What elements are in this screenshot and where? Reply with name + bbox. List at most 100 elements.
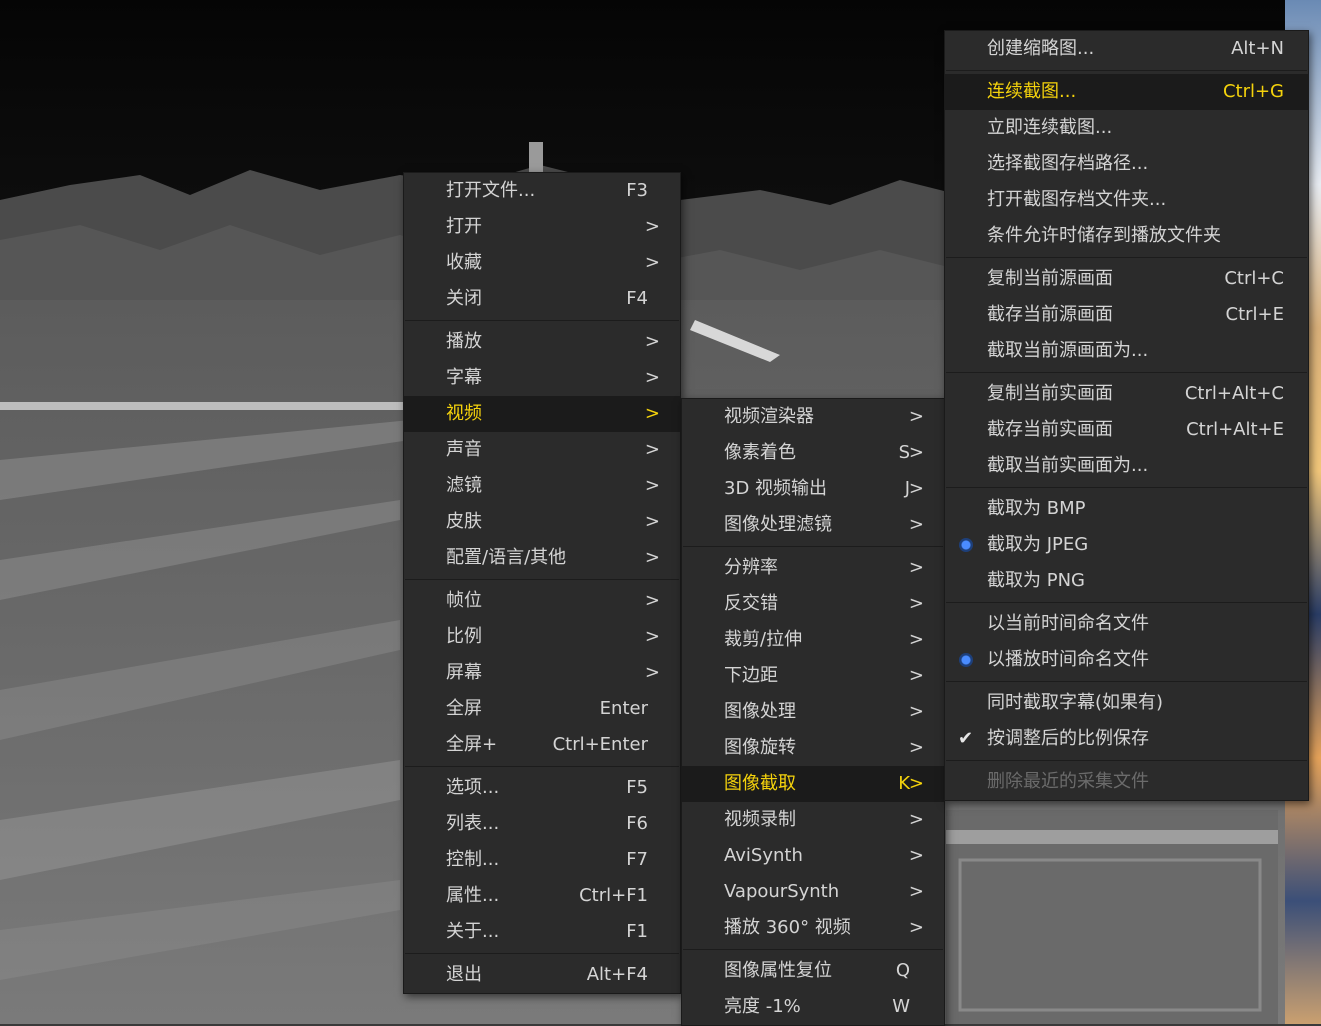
menu-separator [404,950,680,957]
menu-item-resolution[interactable]: 分辨率 > [682,550,944,586]
menu-item-label: 图像处理 [724,701,796,722]
menu-item-label: 以当前时间命名文件 [987,613,1149,634]
menu-separator [945,484,1308,491]
menu-item-create-thumbnail[interactable]: 创建缩略图... Alt+N [945,31,1308,67]
menu-item-exit[interactable]: 退出 Alt+F4 [404,957,680,993]
menu-item-open[interactable]: 打开 > [404,209,680,245]
menu-item-image-filter[interactable]: 图像处理滤镜 > [682,507,944,543]
menu-item-fullscreen[interactable]: 全屏 Enter [404,691,680,727]
submenu-arrow-icon: > [908,737,924,758]
menu-item-label: 亮度 -1% [724,996,801,1017]
shortcut-text: F6 [626,813,648,834]
checkmark-icon: ✔ [958,728,974,749]
menu-item-save-rendered-frame[interactable]: 截存当前实画面 Ctrl+Alt+E [945,412,1308,448]
shortcut-text: Ctrl+Alt+E [1186,419,1284,440]
menu-item-name-by-playback-time[interactable]: 以播放时间命名文件 [945,642,1308,678]
submenu-arrow-icon: > [908,917,924,938]
menu-item-about[interactable]: 关于... F1 [404,914,680,950]
menu-item-control[interactable]: 控制... F7 [404,842,680,878]
menu-item-playlist[interactable]: 列表... F6 [404,806,680,842]
menu-item-reset-image-properties[interactable]: 图像属性复位 Q [682,953,944,989]
submenu-arrow-icon: > [644,590,660,611]
menu-item-label: 打开文件... [446,180,536,201]
menu-item-options[interactable]: 选项... F5 [404,770,680,806]
menu-item-continuous-capture[interactable]: 连续截图... Ctrl+G [945,74,1308,110]
menu-item-capture-as-png[interactable]: 截取为 PNG [945,563,1308,599]
menu-item-brightness-down[interactable]: 亮度 -1% W [682,989,944,1025]
menu-item-label: 打开 [446,216,482,237]
menu-item-vapoursynth[interactable]: VapourSynth > [682,874,944,910]
submenu-arrow-icon: > [644,626,660,647]
submenu-arrow-icon: > [908,478,924,499]
menu-item-video[interactable]: 视频 > [404,396,680,432]
menu-item-bottom-margin[interactable]: 下边距 > [682,658,944,694]
menu-item-label: 立即连续截图... [987,117,1113,138]
menu-item-immediate-continuous-capture[interactable]: 立即连续截图... [945,110,1308,146]
menu-item-capture-source-frame-as[interactable]: 截取当前源画面为... [945,333,1308,369]
menu-item-image-rotate[interactable]: 图像旋转 > [682,730,944,766]
menu-item-label: 连续截图... [987,81,1077,102]
menu-item-open-capture-folder[interactable]: 打开截图存档文件夹... [945,182,1308,218]
menu-item-pixel-shader[interactable]: 像素着色 S > [682,435,944,471]
menu-item-image-capture[interactable]: 图像截取 K > [682,766,944,802]
menu-item-frame-position[interactable]: 帧位 > [404,583,680,619]
menu-item-avisynth[interactable]: AviSynth > [682,838,944,874]
submenu-arrow-icon: > [644,511,660,532]
menu-item-360-video[interactable]: 播放 360° 视频 > [682,910,944,946]
submenu-arrow-icon: > [908,514,924,535]
menu-item-capture-rendered-frame-as[interactable]: 截取当前实画面为... [945,448,1308,484]
menu-item-copy-rendered-frame[interactable]: 复制当前实画面 Ctrl+Alt+C [945,376,1308,412]
shortcut-text: F5 [626,777,648,798]
menu-item-subtitles[interactable]: 字幕 > [404,360,680,396]
menu-item-playback[interactable]: 播放 > [404,324,680,360]
menu-item-label: 复制当前实画面 [987,383,1113,404]
menu-item-capture-as-bmp[interactable]: 截取为 BMP [945,491,1308,527]
menu-item-config-language[interactable]: 配置/语言/其他 > [404,540,680,576]
menu-item-label: 图像截取 [724,773,796,794]
submenu-arrow-icon: > [908,406,924,427]
shortcut-text: Alt+F4 [586,964,648,985]
menu-item-properties[interactable]: 属性... Ctrl+F1 [404,878,680,914]
menu-item-save-adjusted-ratio[interactable]: ✔ 按调整后的比例保存 [945,721,1308,757]
menu-item-label: 视频 [446,403,482,424]
menu-item-deinterlace[interactable]: 反交错 > [682,586,944,622]
menu-item-name-by-current-time[interactable]: 以当前时间命名文件 [945,606,1308,642]
menu-item-ratio[interactable]: 比例 > [404,619,680,655]
menu-item-video-renderer[interactable]: 视频渲染器 > [682,399,944,435]
submenu-image-capture: 创建缩略图... Alt+N 连续截图... Ctrl+G 立即连续截图... 选择… [944,30,1309,801]
menu-item-select-capture-path[interactable]: 选择截图存档路径... [945,146,1308,182]
menu-item-video-record[interactable]: 视频录制 > [682,802,944,838]
menu-item-save-to-playback-folder[interactable]: 条件允许时储存到播放文件夹 [945,218,1308,254]
menu-item-label: 全屏 [446,698,482,719]
menu-item-fullscreen-plus[interactable]: 全屏+ Ctrl+Enter [404,727,680,763]
radio-selected-icon [959,653,973,667]
menu-item-favorites[interactable]: 收藏 > [404,245,680,281]
menu-item-3d-output[interactable]: 3D 视频输出 J > [682,471,944,507]
menu-item-skin[interactable]: 皮肤 > [404,504,680,540]
menu-item-label: 选项... [446,777,500,798]
menu-item-crop-stretch[interactable]: 裁剪/拉伸 > [682,622,944,658]
menu-item-screen[interactable]: 屏幕 > [404,655,680,691]
menu-item-filters[interactable]: 滤镜 > [404,468,680,504]
shortcut-text: Enter [599,698,648,719]
menu-item-label: 字幕 [446,367,482,388]
menu-separator [945,369,1308,376]
menu-item-audio[interactable]: 声音 > [404,432,680,468]
menu-separator [404,763,680,770]
menu-item-label: 分辨率 [724,557,778,578]
menu-separator [945,254,1308,261]
menu-item-copy-source-frame[interactable]: 复制当前源画面 Ctrl+C [945,261,1308,297]
shortcut-text: F3 [626,180,648,201]
menu-item-open-file[interactable]: 打开文件... F3 [404,173,680,209]
menu-item-close[interactable]: 关闭 F4 [404,281,680,317]
menu-item-save-source-frame[interactable]: 截存当前源画面 Ctrl+E [945,297,1308,333]
shortcut-text: W [892,996,910,1017]
menu-item-capture-as-jpeg[interactable]: 截取为 JPEG [945,527,1308,563]
menu-item-label: AviSynth [724,845,803,866]
submenu-arrow-icon: > [908,809,924,830]
menu-item-capture-subtitles[interactable]: 同时截取字幕(如果有) [945,685,1308,721]
menu-item-image-processing[interactable]: 图像处理 > [682,694,944,730]
menu-item-label: 属性... [446,885,500,906]
shortcut-text: Ctrl+Alt+C [1184,383,1284,404]
menu-item-label: 帧位 [446,590,482,611]
